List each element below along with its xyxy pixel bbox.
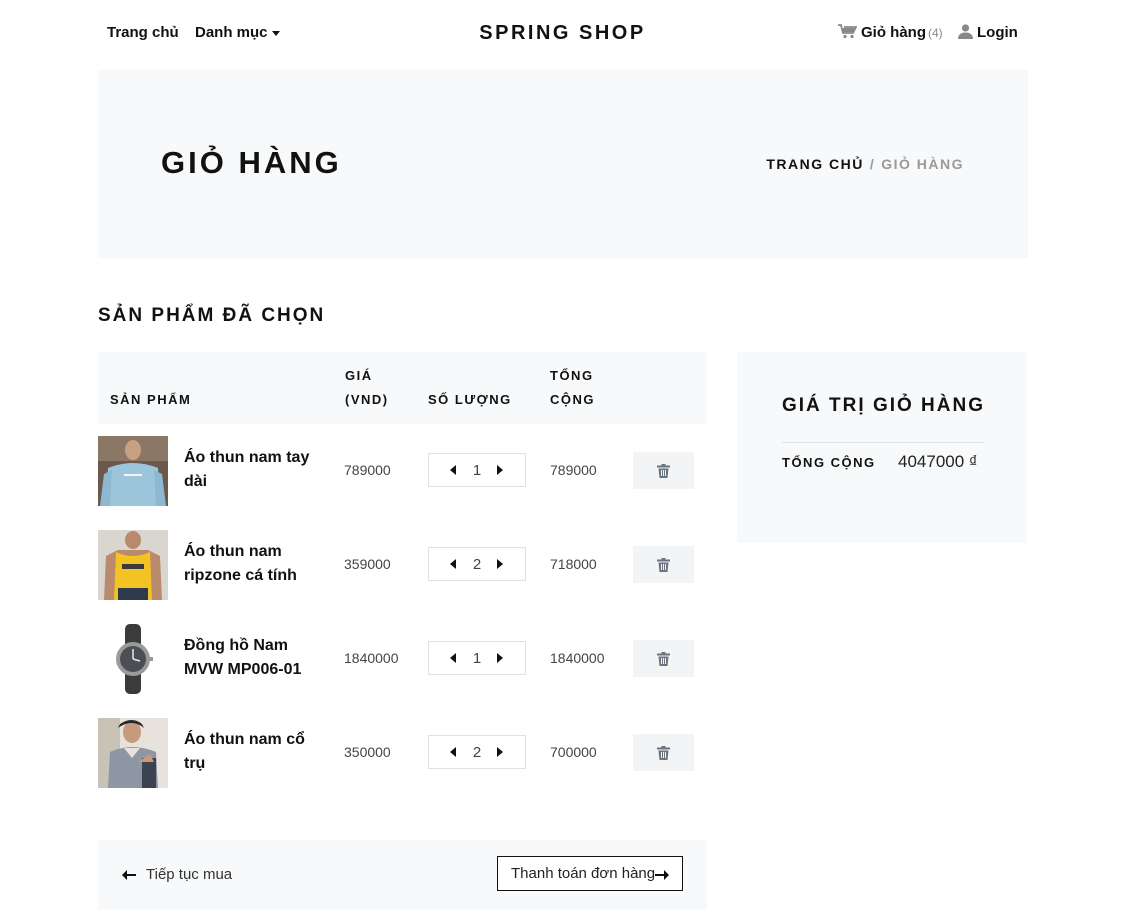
delete-item-button[interactable] — [633, 640, 694, 677]
arrow-left-icon — [122, 870, 136, 881]
breadcrumb-separator: / — [869, 156, 876, 172]
trash-icon — [657, 558, 670, 572]
trash-icon — [657, 652, 670, 666]
section-title: SẢN PHẨM ĐÃ CHỌN — [98, 305, 326, 326]
nav-cart-label: Giỏ hàng — [861, 24, 926, 41]
product-price: 789000 — [344, 462, 391, 478]
cart-total-value: 4047000 ₫ — [898, 452, 978, 471]
column-header-quantity: SỐ LƯỢNG — [428, 392, 512, 407]
user-icon — [958, 24, 973, 43]
cart-summary-title: GIÁ TRỊ GIỎ HÀNG — [782, 395, 985, 416]
product-name-link[interactable]: Áo thun nam tay dài — [184, 446, 329, 494]
product-image-wrist-watch[interactable] — [98, 624, 168, 694]
delete-item-button[interactable] — [633, 546, 694, 583]
increment-arrow-icon[interactable] — [497, 747, 503, 757]
column-header-total: TỔNG CỘNG — [550, 368, 595, 407]
decrement-arrow-icon[interactable] — [450, 747, 456, 757]
decrement-arrow-icon[interactable] — [450, 559, 456, 569]
divider — [782, 442, 983, 443]
cart-table-header: SẢN PHẨM GIÁ (VND) SỐ LƯỢNG TỔNG CỘNG — [98, 352, 707, 424]
row-total: 789000 — [550, 462, 597, 478]
cart-actions-bar: Tiếp tục mua Thanh toán đơn hàng — [98, 840, 707, 910]
row-total: 700000 — [550, 744, 597, 760]
column-header-price: GIÁ (VND) — [345, 368, 389, 407]
delete-item-button[interactable] — [633, 452, 694, 489]
row-total: 718000 — [550, 556, 597, 572]
quantity-stepper — [428, 735, 526, 769]
navbar: Trang chủ Danh mục SPRING SHOP Giỏ hàng(… — [0, 0, 1125, 70]
continue-shopping-link[interactable]: Tiếp tục mua — [122, 866, 232, 883]
product-price: 1840000 — [344, 650, 399, 666]
cart-row: Đồng hồ Nam MVW MP006-01 1840000 1840000 — [98, 624, 707, 694]
nav-login-link[interactable]: Login — [958, 24, 1018, 43]
decrement-arrow-icon[interactable] — [450, 653, 456, 663]
arrow-right-icon — [655, 870, 669, 880]
quantity-input[interactable] — [463, 556, 491, 573]
cart-row: Áo thun nam cổ trụ 350000 700000 — [98, 718, 707, 788]
product-price: 359000 — [344, 556, 391, 572]
quantity-stepper — [428, 641, 526, 675]
product-image-grey-polo-shirt[interactable] — [98, 718, 168, 788]
column-header-product: SẢN PHẨM — [110, 392, 192, 407]
product-name-link[interactable]: Áo thun nam cổ trụ — [184, 728, 329, 776]
cart-row: Áo thun nam tay dài 789000 789000 — [98, 436, 707, 506]
cart-row: Áo thun nam ripzone cá tính 359000 71800… — [98, 530, 707, 600]
increment-arrow-icon[interactable] — [497, 653, 503, 663]
checkout-button[interactable]: Thanh toán đơn hàng — [497, 856, 683, 891]
quantity-stepper — [428, 453, 526, 487]
cart-icon — [838, 24, 858, 43]
product-image-yellow-tank-top[interactable] — [98, 530, 168, 600]
quantity-input[interactable] — [463, 462, 491, 479]
page-header: GIỎ HÀNG TRANG CHỦ / GIỎ HÀNG — [98, 70, 1028, 258]
cart-count-badge: (4) — [928, 26, 943, 40]
product-name-link[interactable]: Đồng hồ Nam MVW MP006-01 — [184, 634, 329, 682]
trash-icon — [657, 464, 670, 478]
nav-cart-link[interactable]: Giỏ hàng (4) — [838, 24, 943, 43]
breadcrumb-current: GIỎ HÀNG — [881, 156, 964, 172]
product-name-link[interactable]: Áo thun nam ripzone cá tính — [184, 540, 329, 588]
cart-total-label: TỔNG CỘNG — [782, 455, 876, 470]
nav-login-label: Login — [977, 24, 1018, 41]
delete-item-button[interactable] — [633, 734, 694, 771]
increment-arrow-icon[interactable] — [497, 465, 503, 475]
quantity-input[interactable] — [463, 650, 491, 667]
product-price: 350000 — [344, 744, 391, 760]
increment-arrow-icon[interactable] — [497, 559, 503, 569]
decrement-arrow-icon[interactable] — [450, 465, 456, 475]
quantity-input[interactable] — [463, 744, 491, 761]
breadcrumb: TRANG CHỦ / GIỎ HÀNG — [766, 156, 964, 172]
brand-logo[interactable]: SPRING SHOP — [0, 22, 1125, 45]
cart-summary: GIÁ TRỊ GIỎ HÀNG TỔNG CỘNG 4047000 ₫ — [737, 352, 1027, 543]
page-title: GIỎ HÀNG — [161, 145, 342, 180]
checkout-label: Thanh toán đơn hàng — [511, 865, 656, 882]
row-total: 1840000 — [550, 650, 605, 666]
breadcrumb-home-link[interactable]: TRANG CHỦ — [766, 156, 864, 172]
trash-icon — [657, 746, 670, 760]
quantity-stepper — [428, 547, 526, 581]
continue-shopping-label: Tiếp tục mua — [146, 866, 233, 883]
product-image-blue-sweatshirt[interactable] — [98, 436, 168, 506]
